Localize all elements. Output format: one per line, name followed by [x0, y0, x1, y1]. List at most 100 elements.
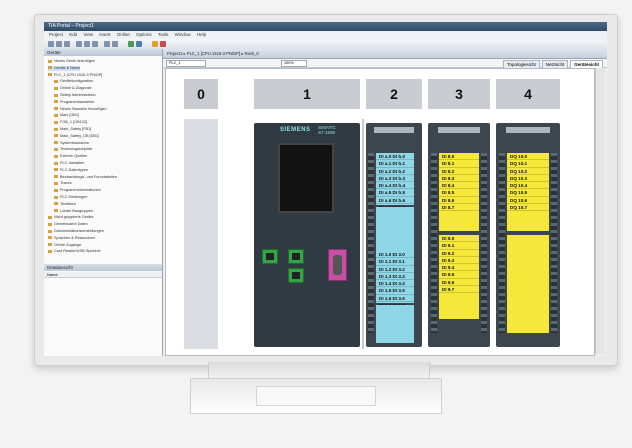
di-module-slot-3[interactable]: DI 8.0 DI 8.1 DI 8.2 DI 8.3 DI 8.4 DI 8.…	[428, 123, 490, 347]
profinet-port-x1[interactable]	[262, 249, 278, 264]
menu-item-online[interactable]: Online	[117, 32, 130, 37]
tree-item[interactable]: Online-Zugänge	[48, 243, 81, 248]
new-project-icon[interactable]	[48, 41, 54, 47]
tree-item-label: PLC_1 [CPU 1516-3 PN/DP]	[54, 72, 103, 77]
device-select[interactable]: PLC_1	[166, 60, 206, 67]
tree-item-label: PLC-Variablen	[60, 161, 85, 165]
tree-item[interactable]: Safety Administration	[48, 93, 96, 98]
cut-icon[interactable]	[76, 41, 82, 47]
copy-icon[interactable]	[84, 41, 90, 47]
tree-item[interactable]: Beobachtungs- und Forcetabellen	[48, 175, 117, 180]
folder-icon	[54, 195, 58, 199]
paste-icon[interactable]	[92, 41, 98, 47]
tree-item[interactable]: Externe Quellen	[48, 154, 87, 159]
menu-item-insert[interactable]: Insert	[99, 32, 110, 37]
menu-item-help[interactable]: Help	[197, 32, 206, 37]
tree-item[interactable]: Geräte & Netze	[48, 65, 81, 71]
tree-item[interactable]: Lokale Baugruppen	[48, 209, 93, 214]
menu-item-tools[interactable]: Tools	[158, 32, 169, 37]
tree-item[interactable]: Main_Safety_DB [DB1]	[48, 134, 99, 139]
tree-item[interactable]: PLC-Meldungen	[48, 195, 87, 200]
slot-header-1: 1	[254, 79, 360, 109]
tree-item[interactable]: Gerätekonfiguration	[48, 79, 93, 84]
profibus-dp-port[interactable]	[328, 249, 347, 281]
redo-icon[interactable]	[112, 41, 118, 47]
tree-item-label: Systembausteine	[60, 140, 90, 145]
menu-item-window[interactable]: Window	[175, 32, 191, 37]
tree-item[interactable]: FOB_1 [OB123]	[48, 120, 87, 125]
folder-icon	[54, 113, 58, 117]
folder-icon	[54, 127, 58, 131]
tree-item-label: Online & Diagnose	[60, 86, 92, 91]
device-view-canvas[interactable]: 0 1 2 3 4 SIEMENS SIMATIC S7-1500 DI a.0…	[165, 68, 595, 356]
tree-item-label: Programminformationen	[60, 188, 101, 193]
tree-item[interactable]: Textlisten	[48, 202, 76, 207]
cpu-module[interactable]: SIEMENS SIMATIC S7-1500	[254, 123, 360, 347]
folder-icon	[54, 100, 58, 104]
tree-item[interactable]: Neues Gerät hinzufügen	[48, 59, 95, 64]
folder-icon	[54, 147, 58, 151]
module-status-leds	[438, 127, 480, 133]
tree-item-label: Traces	[60, 181, 72, 186]
compile-icon[interactable]	[128, 41, 134, 47]
zoom-select[interactable]: 100%	[281, 60, 307, 67]
tree-item-label: Dokumentationseinstellungen	[54, 229, 104, 233]
tree-item-label: Geräte & Netze	[54, 65, 81, 70]
tree-item[interactable]: Main [OB1]	[48, 113, 79, 118]
folder-icon	[54, 209, 58, 213]
open-project-icon[interactable]	[56, 41, 62, 47]
folder-icon	[48, 236, 52, 240]
tree-item[interactable]: Main_Safety [FB1]	[48, 127, 91, 132]
slot-header-4: 4	[496, 79, 560, 109]
breadcrumb[interactable]: Project1 ▸ PLC_1 [CPU 1516-3 PN/DP] ▸ Ra…	[167, 51, 259, 56]
undo-icon[interactable]	[104, 41, 110, 47]
led-column-right	[551, 153, 557, 333]
di-label-strip-bottom: DI 1.0 DI 3.0 DI 1.1 DI 3.1 DI 1.2 DI 3.…	[376, 251, 414, 310]
tree-item[interactable]: Sprachen & Ressourcen	[48, 236, 95, 241]
tree-item[interactable]: Dokumentationseinstellungen	[48, 229, 104, 234]
project-tree-pane: Geräte Neues Gerät hinzufügen Geräte & Ne…	[44, 49, 163, 356]
cpu-display	[278, 143, 334, 213]
tree-item[interactable]: PLC-Datentypen	[48, 168, 88, 173]
save-project-icon[interactable]	[64, 41, 70, 47]
tree-item-label: Online-Zugänge	[54, 242, 82, 247]
menu-item-project[interactable]: Project	[49, 32, 63, 37]
siemens-logo: SIEMENS	[280, 127, 311, 133]
tree-item[interactable]: Online & Diagnose	[48, 86, 92, 91]
profinet-port-x2[interactable]	[288, 249, 304, 264]
tree-item[interactable]: Technologieobjekte	[48, 147, 93, 152]
tree-item[interactable]: Nicht gruppierte Geräte	[48, 215, 93, 220]
canvas-vertical-scrollbar[interactable]	[595, 68, 605, 354]
dq-module-slot-4[interactable]: DQ 10.0 DQ 10.1 DQ 10.2 DQ 10.3 DQ 10.4 …	[496, 123, 560, 347]
tree-item[interactable]: PLC_1 [CPU 1516-3 PN/DP]	[48, 73, 102, 78]
tree-item[interactable]: Traces	[48, 181, 71, 186]
editor-area: Project1 ▸ PLC_1 [CPU 1516-3 PN/DP] ▸ Ra…	[163, 49, 607, 356]
profinet-port-x3[interactable]	[288, 268, 304, 283]
menu-item-edit[interactable]: Edit	[69, 32, 77, 37]
tree-item[interactable]: Systembausteine	[48, 141, 89, 146]
go-online-icon[interactable]	[152, 41, 158, 47]
detail-view-header[interactable]: Detailansicht	[44, 264, 162, 271]
dq-label-strip-top: DQ 10.0 DQ 10.1 DQ 10.2 DQ 10.3 DQ 10.4 …	[507, 153, 549, 231]
menu-item-options[interactable]: Options	[136, 32, 152, 37]
tree-item[interactable]: Programmbausteine	[48, 100, 94, 105]
tree-item[interactable]: PLC-Variablen	[48, 161, 84, 166]
di-module-slot-2[interactable]: DI a.0 DI b.0 DI a.1 DI b.1 DI a.2 DI b.…	[366, 123, 422, 347]
go-offline-icon[interactable]	[160, 41, 166, 47]
led-column-left	[368, 153, 374, 333]
slot-rail-0[interactable]	[184, 119, 218, 349]
slot-header-2: 2	[366, 79, 422, 109]
tree-item-label: Gerätekonfiguration	[60, 79, 94, 84]
tree-item-label: Nicht gruppierte Geräte	[54, 215, 94, 220]
menu-item-view[interactable]: View	[83, 32, 93, 37]
project-tree-header: Geräte	[44, 49, 162, 56]
tree-item[interactable]: Programminformationen	[48, 188, 101, 193]
folder-icon	[54, 154, 58, 158]
tree-item[interactable]: Neuen Baustein hinzufügen	[48, 107, 107, 112]
download-icon[interactable]	[136, 41, 142, 47]
tree-item[interactable]: Gemeinsame Daten	[48, 222, 88, 227]
window-title: TIA Portal – Project1	[48, 23, 94, 29]
tree-item[interactable]: Card Reader/USB-Speicher	[48, 249, 101, 254]
detail-column-name: Name	[44, 272, 162, 278]
tree-item-label: PLC-Meldungen	[60, 195, 88, 199]
